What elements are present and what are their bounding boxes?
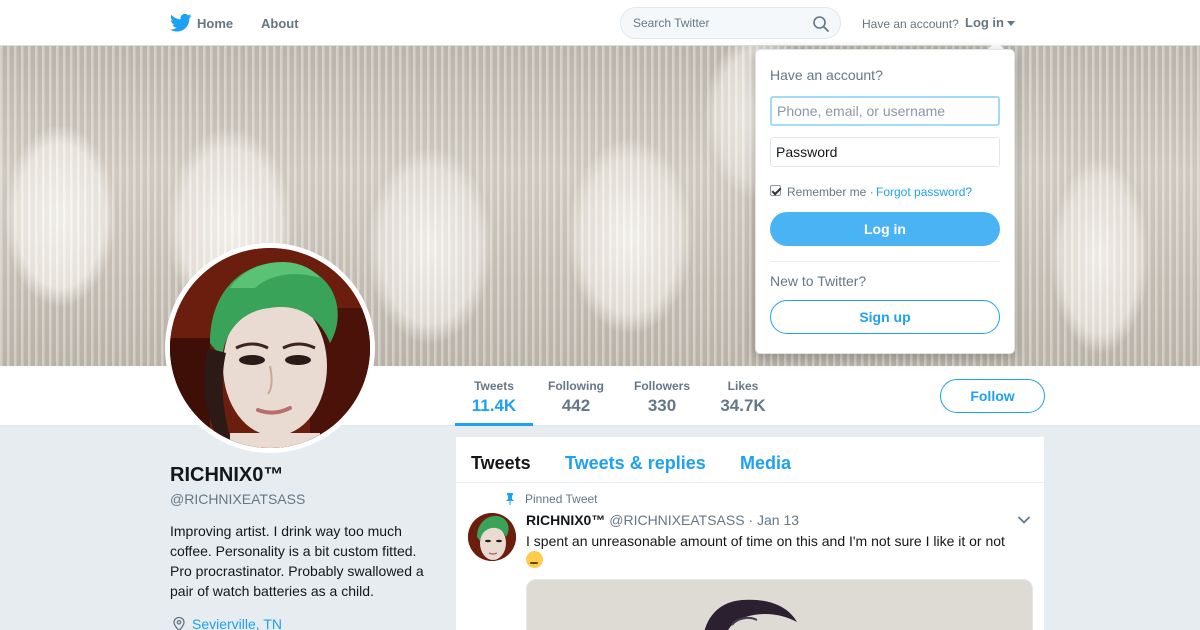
nav-about-link[interactable]: About: [261, 16, 299, 31]
nav-home-link[interactable]: Home: [197, 16, 233, 31]
tweet-avatar-portrait: [468, 513, 516, 561]
forgot-password-link[interactable]: Forgot password?: [876, 185, 972, 199]
profile-location-link[interactable]: Sevierville, TN: [192, 616, 282, 630]
have-account-text: Have an account?: [862, 17, 959, 31]
stat-value: 34.7K: [720, 396, 766, 415]
search-icon[interactable]: [812, 15, 830, 33]
stat-tweets[interactable]: Tweets 11.4K: [455, 366, 533, 426]
location-pin-icon: [173, 616, 185, 630]
tweet-header: RICHNIX0™ @RICHNIXEATSASS · Jan 13: [526, 512, 799, 528]
new-to-twitter-text: New to Twitter?: [770, 273, 867, 289]
tweet-text: I spent an unreasonable amount of time o…: [526, 532, 1026, 570]
pin-icon: [506, 493, 514, 505]
timeline: Tweets Tweets & replies Media Pinned Twe…: [456, 437, 1044, 630]
profile-name[interactable]: RICHNIX0™: [170, 464, 283, 487]
stat-label: Followers: [633, 379, 690, 393]
stat-value: 442: [561, 396, 591, 415]
tweet-media[interactable]: [526, 579, 1033, 630]
search-placeholder: Search Twitter: [633, 16, 710, 30]
chevron-down-icon[interactable]: [1017, 515, 1031, 525]
tweet-avatar[interactable]: [468, 513, 516, 561]
remember-me-label[interactable]: Remember me ·: [787, 185, 874, 199]
stat-followers[interactable]: Followers 330: [626, 366, 698, 426]
caret-down-icon[interactable]: [1007, 21, 1015, 26]
signup-button[interactable]: Sign up: [770, 300, 1000, 334]
tab-tweets-replies[interactable]: Tweets & replies: [565, 453, 706, 474]
dropdown-divider: [770, 261, 1000, 262]
login-link[interactable]: Log in: [965, 15, 1004, 30]
remember-me-checkbox[interactable]: [770, 185, 781, 196]
tab-divider: [456, 482, 1044, 483]
tweet-author-name[interactable]: RICHNIX0™: [526, 512, 605, 528]
profile-handle[interactable]: @RICHNIXEATSASS: [170, 491, 305, 507]
tab-media[interactable]: Media: [740, 453, 791, 474]
stat-label: Following: [548, 379, 604, 393]
stat-value: 330: [647, 396, 677, 415]
login-dropdown: Have an account? Remember me · Forgot pa…: [755, 49, 1015, 354]
tab-tweets[interactable]: Tweets: [471, 453, 531, 474]
stat-label: Likes: [727, 379, 759, 393]
thinking-face-emoji: [526, 551, 543, 568]
pinned-tweet-label: Pinned Tweet: [525, 492, 598, 506]
stat-likes[interactable]: Likes 34.7K: [710, 366, 776, 426]
password-field[interactable]: [770, 137, 1000, 167]
twitter-bird-icon[interactable]: [170, 13, 192, 33]
login-button[interactable]: Log in: [770, 212, 1000, 246]
search-input[interactable]: Search Twitter: [620, 7, 841, 39]
stat-following[interactable]: Following 442: [540, 366, 612, 426]
tweet-text-content: I spent an unreasonable amount of time o…: [526, 533, 1005, 549]
profile-bio: Improving artist. I drink way too much c…: [170, 523, 424, 599]
username-field[interactable]: [770, 96, 1000, 126]
avatar[interactable]: [165, 243, 375, 453]
avatar-portrait: [170, 248, 370, 448]
stat-label: Tweets: [474, 379, 514, 393]
top-nav: Home About Search Twitter Have an accoun…: [0, 0, 1200, 46]
stat-value: 11.4K: [471, 396, 517, 415]
tweet-author-handle[interactable]: @RICHNIXEATSASS: [609, 512, 744, 528]
tweet-media-image: [527, 580, 1032, 630]
login-heading: Have an account?: [770, 67, 883, 83]
tweet-date[interactable]: · Jan 13: [748, 512, 799, 528]
follow-button[interactable]: Follow: [940, 379, 1045, 413]
